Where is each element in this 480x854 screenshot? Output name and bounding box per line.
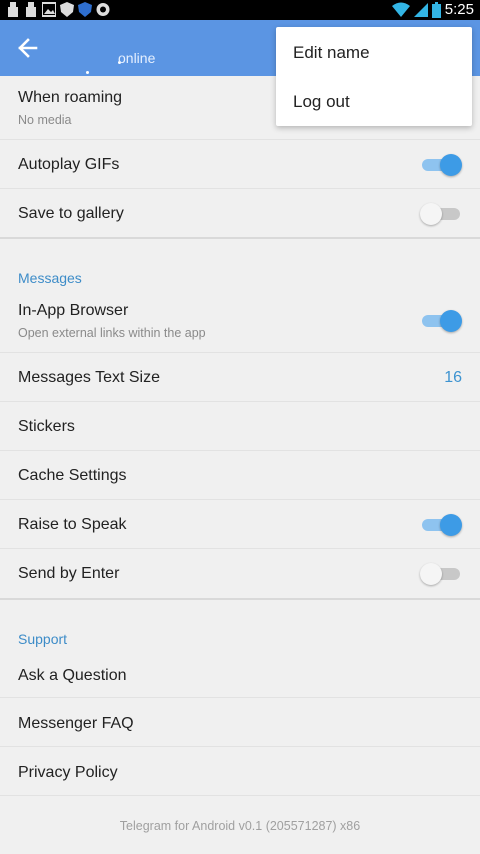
ask-question-row[interactable]: Ask a Question: [0, 650, 480, 698]
back-arrow-icon[interactable]: [10, 32, 44, 64]
back-button[interactable]: [10, 32, 44, 64]
cache-settings-row[interactable]: Cache Settings: [0, 451, 480, 500]
save-to-gallery-title: Save to gallery: [18, 205, 124, 222]
overflow-menu: Edit name Log out: [276, 27, 472, 126]
autoplay-gifs-toggle[interactable]: [420, 153, 462, 177]
section-divider: [0, 598, 480, 600]
send-by-enter-row[interactable]: Send by Enter: [0, 549, 480, 598]
raise-to-speak-toggle[interactable]: [420, 513, 462, 537]
section-divider: [0, 237, 480, 239]
image-icon: [42, 2, 56, 17]
cache-settings-title: Cache Settings: [18, 467, 127, 484]
raise-to-speak-title: Raise to Speak: [18, 516, 127, 533]
signal-icon: [413, 3, 428, 17]
settings-list: When roaming No media Autoplay GIFs Save…: [0, 76, 480, 854]
messages-section-title: Messages: [18, 270, 82, 286]
toggle-thumb: [440, 310, 462, 332]
shield-icon: [78, 2, 92, 17]
when-roaming-subtitle: No media: [18, 113, 72, 127]
send-by-enter-title: Send by Enter: [18, 565, 120, 582]
privacy-policy-title: Privacy Policy: [18, 764, 118, 781]
notification-icons: [6, 2, 110, 17]
raise-to-speak-row[interactable]: Raise to Speak: [0, 500, 480, 549]
toggle-thumb: [420, 563, 442, 585]
version-footer: Telegram for Android v0.1 (205571287) x8…: [119, 819, 361, 833]
save-to-gallery-toggle[interactable]: [420, 202, 462, 226]
menu-item-log-out[interactable]: Log out: [293, 92, 350, 112]
faq-title: Messenger FAQ: [18, 715, 134, 732]
stickers-row[interactable]: Stickers: [0, 402, 480, 451]
toggle-thumb: [420, 203, 442, 225]
toggle-thumb: [440, 154, 462, 176]
save-to-gallery-row[interactable]: Save to gallery: [0, 189, 480, 238]
system-icons: 5:25: [391, 1, 474, 18]
in-app-browser-title: In-App Browser: [18, 302, 129, 319]
in-app-browser-subtitle: Open external links within the app: [18, 326, 206, 340]
privacy-policy-row[interactable]: Privacy Policy: [0, 747, 480, 796]
status-bar: 5:25: [0, 0, 480, 20]
in-app-browser-row[interactable]: In-App Browser Open external links withi…: [0, 292, 480, 353]
menu-item-edit-name[interactable]: Edit name: [293, 43, 370, 63]
clock: 5:25: [444, 1, 474, 18]
messages-text-size-row[interactable]: Messages Text Size 16: [0, 353, 480, 402]
messages-text-size-value: 16: [444, 369, 462, 386]
autoplay-gifs-title: Autoplay GIFs: [18, 156, 120, 173]
toggle-thumb: [440, 514, 462, 536]
status-subtitle: online: [118, 50, 156, 66]
faq-row[interactable]: Messenger FAQ: [0, 698, 480, 747]
autoplay-gifs-row[interactable]: Autoplay GIFs: [0, 140, 480, 189]
title-dot: [86, 71, 89, 74]
messages-text-size-title: Messages Text Size: [18, 369, 160, 386]
battery-icon: [431, 1, 441, 18]
when-roaming-title: When roaming: [18, 89, 123, 106]
support-section-title: Support: [18, 631, 68, 647]
send-by-enter-toggle[interactable]: [420, 562, 462, 586]
usb-icon: [8, 2, 18, 17]
wifi-icon: [391, 2, 410, 17]
usb-icon: [26, 2, 36, 17]
stickers-title: Stickers: [18, 418, 75, 435]
in-app-browser-toggle[interactable]: [420, 309, 462, 333]
shield-icon: [96, 3, 110, 16]
shield-icon: [60, 2, 74, 17]
ask-question-title: Ask a Question: [18, 667, 127, 684]
